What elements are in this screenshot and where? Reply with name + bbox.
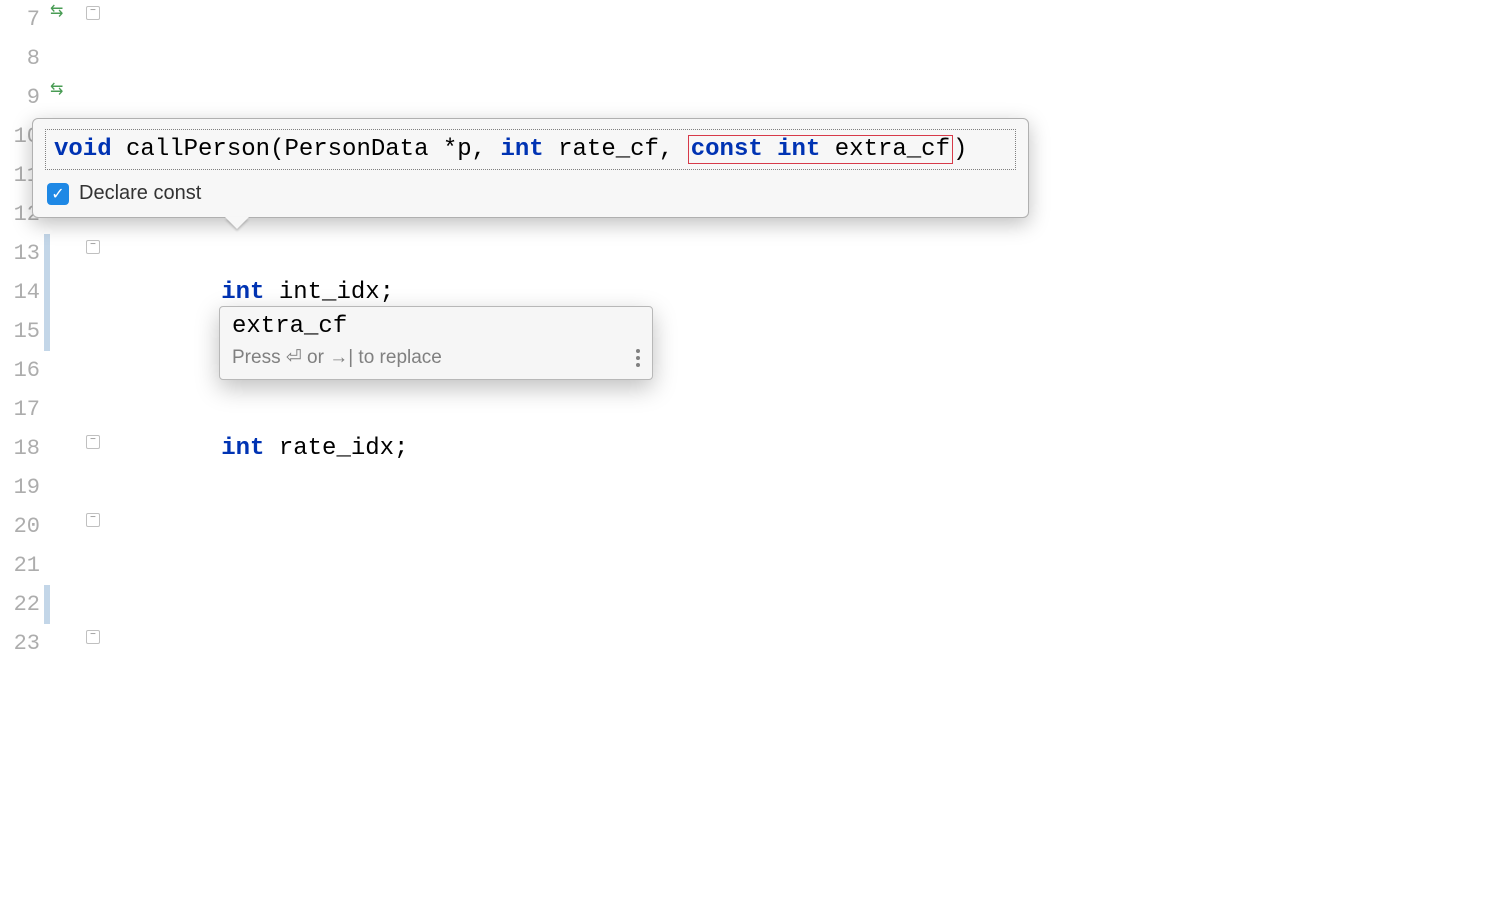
line-number: 21 bbox=[0, 546, 40, 585]
code-line[interactable] bbox=[104, 741, 1500, 780]
code-line[interactable] bbox=[104, 897, 1500, 912]
keyword: int bbox=[221, 279, 264, 306]
popup-pointer-icon bbox=[225, 217, 249, 229]
fold-toggle-icon[interactable]: − bbox=[86, 240, 100, 254]
line-number: 15 bbox=[0, 312, 40, 351]
checkbox-label: Declare const bbox=[79, 182, 201, 205]
line-number: 23 bbox=[0, 624, 40, 663]
vcs-arrow-icon: ⇆ bbox=[50, 81, 63, 99]
line-number: 9 bbox=[0, 78, 40, 117]
change-marker[interactable] bbox=[44, 234, 50, 273]
code-line[interactable]: int rate_idx; bbox=[104, 429, 1500, 468]
rename-popup[interactable]: extra_cf Press ⏎ or →| to replace bbox=[219, 306, 653, 380]
fold-toggle-icon[interactable]: − bbox=[86, 435, 100, 449]
line-number: 17 bbox=[0, 390, 40, 429]
signature-preview: void callPerson(PersonData *p, int rate_… bbox=[45, 129, 1016, 170]
check-icon: ✓ bbox=[51, 184, 64, 204]
identifier: rate_idx; bbox=[264, 435, 408, 462]
identifier: int_idx; bbox=[264, 279, 394, 306]
rename-hint-text: Press ⏎ or →| to replace bbox=[232, 346, 442, 369]
change-marker[interactable] bbox=[44, 585, 50, 624]
line-number: 7 bbox=[0, 0, 40, 39]
more-options-icon[interactable] bbox=[636, 349, 640, 367]
line-number: 16 bbox=[0, 351, 40, 390]
line-number: 22 bbox=[0, 585, 40, 624]
rename-input[interactable]: extra_cf bbox=[220, 307, 652, 340]
declare-const-checkbox[interactable]: ✓ bbox=[47, 183, 69, 205]
change-signature-popup[interactable]: void callPerson(PersonData *p, int rate_… bbox=[32, 118, 1029, 218]
change-marker[interactable] bbox=[44, 273, 50, 312]
vcs-arrow-icon: ⇆ bbox=[50, 3, 63, 21]
line-number: 14 bbox=[0, 273, 40, 312]
line-number: 8 bbox=[0, 39, 40, 78]
line-number: 20 bbox=[0, 507, 40, 546]
line-number: 18 bbox=[0, 429, 40, 468]
fold-toggle-icon[interactable]: − bbox=[86, 513, 100, 527]
line-number: 19 bbox=[0, 468, 40, 507]
keyword: int bbox=[221, 435, 264, 462]
code-line[interactable] bbox=[104, 585, 1500, 624]
new-parameter-highlight: const int extra_cf bbox=[688, 135, 953, 164]
fold-toggle-icon[interactable]: − bbox=[86, 6, 100, 20]
fold-toggle-icon[interactable]: − bbox=[86, 630, 100, 644]
change-marker[interactable] bbox=[44, 312, 50, 351]
line-number: 13 bbox=[0, 234, 40, 273]
